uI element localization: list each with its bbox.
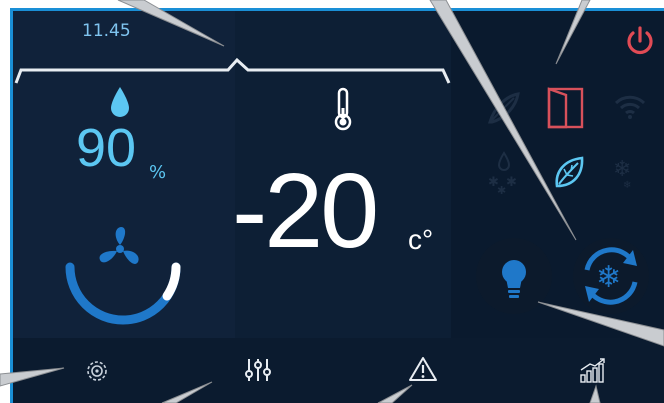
leaf-gesture-icon bbox=[488, 92, 520, 124]
defrost-icon: ✱ ✱ ✱ bbox=[488, 151, 517, 194]
thermometer-icon bbox=[334, 87, 352, 131]
warning-icon[interactable] bbox=[408, 355, 438, 383]
water-drop-icon bbox=[111, 87, 129, 117]
light-button[interactable] bbox=[474, 236, 554, 316]
wifi-icon bbox=[614, 95, 646, 119]
bottom-toolbar bbox=[13, 338, 664, 403]
fan-icon[interactable] bbox=[94, 224, 146, 274]
humidity-unit: % bbox=[149, 162, 167, 183]
sliders-icon[interactable] bbox=[244, 357, 272, 383]
svg-text:✱: ✱ bbox=[506, 175, 517, 190]
snowflake-icon: ❄ ❄ bbox=[613, 157, 631, 190]
svg-text:❄: ❄ bbox=[623, 180, 631, 190]
power-icon[interactable] bbox=[623, 24, 657, 58]
svg-text:❄: ❄ bbox=[596, 260, 621, 295]
svg-text:❄: ❄ bbox=[613, 157, 631, 182]
settings-icon[interactable] bbox=[84, 357, 110, 385]
controller-screen: 11.45 90 % -20 c° ✱ ✱ ✱ ❄ ❄ ❄ bbox=[0, 0, 664, 403]
svg-text:✱: ✱ bbox=[497, 184, 506, 194]
humidity-value: 90 bbox=[76, 118, 137, 178]
auto-defrost-button[interactable]: ❄ bbox=[571, 236, 651, 316]
clock-time: 11.45 bbox=[82, 21, 131, 41]
temperature-unit: c° bbox=[408, 224, 434, 255]
temperature-value: -20 bbox=[232, 152, 379, 270]
stats-icon[interactable] bbox=[578, 356, 608, 384]
door-icon bbox=[547, 87, 584, 129]
eco-leaf-icon bbox=[555, 156, 584, 188]
